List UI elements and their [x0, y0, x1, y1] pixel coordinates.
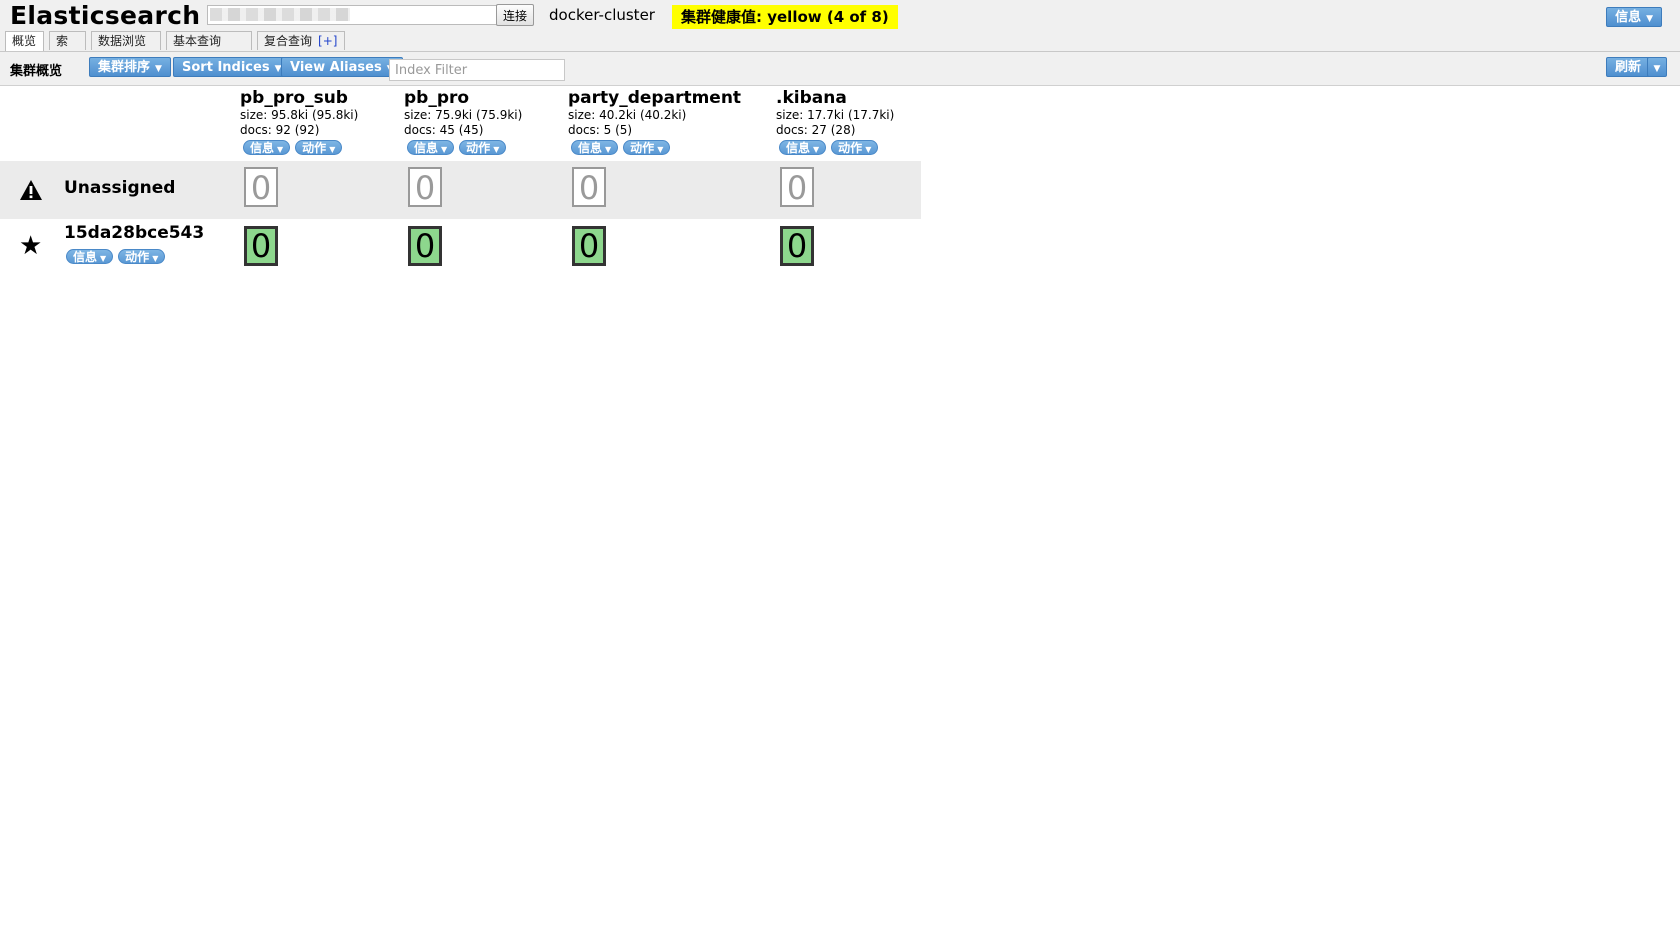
tab-overview[interactable]: 概览	[5, 31, 44, 51]
shard-unassigned[interactable]: 0	[244, 167, 278, 207]
refresh-button[interactable]: 刷新	[1606, 57, 1651, 77]
shard-unassigned[interactable]: 0	[408, 167, 442, 207]
node-action-label: 动作	[125, 250, 150, 264]
shard-started[interactable]: 0	[244, 226, 278, 266]
cluster-health-badge: 集群健康值: yellow (4 of 8)	[672, 5, 898, 29]
chevron-down-icon: ▼	[441, 145, 448, 154]
index-info-label: 信息	[578, 141, 603, 155]
node-row: ★ 15da28bce543 信息 ▼ 动作 ▼ 0 0 0 0	[0, 219, 921, 277]
connect-button[interactable]: 连接	[496, 4, 535, 26]
chevron-down-icon: ▼	[1646, 14, 1653, 24]
index-docs: docs: 5 (5)	[568, 123, 633, 137]
index-header: pb_pro_sub size: 95.8ki (95.8ki) docs: 9…	[240, 89, 410, 158]
tab-label: 复合查询	[264, 34, 313, 48]
node-info-label: 信息	[73, 250, 98, 264]
chevron-down-icon: ▼	[493, 145, 500, 154]
header-info-button[interactable]: 信息 ▼	[1606, 7, 1662, 27]
shard-unassigned[interactable]: 0	[780, 167, 814, 207]
index-header: .kibana size: 17.7ki (17.7ki) docs: 27 (…	[776, 89, 946, 158]
index-docs: docs: 92 (92)	[240, 123, 320, 137]
overview-toolbar: 集群概览 集群排序▼ Sort Indices▼ View Aliases▼ 刷…	[0, 52, 1680, 86]
tab-indices[interactable]: 索引	[49, 31, 86, 67]
index-action-label: 动作	[466, 141, 491, 155]
index-action-button[interactable]: 动作 ▼	[831, 140, 879, 155]
cluster-name: docker-cluster	[549, 6, 655, 24]
index-info-label: 信息	[250, 141, 275, 155]
connection-url-input[interactable]	[207, 5, 502, 25]
chevron-down-icon: ▼	[813, 145, 820, 154]
chevron-down-icon: ▼	[1653, 64, 1661, 74]
unassigned-row: Unassigned 0 0 0 0	[0, 161, 921, 219]
header-bar: Elasticsearch 连接 docker-cluster 集群健康值: y…	[0, 0, 1680, 67]
shard-started[interactable]: 0	[572, 226, 606, 266]
index-header: pb_pro size: 75.9ki (75.9ki) docs: 45 (4…	[404, 89, 574, 158]
index-size: size: 17.7ki (17.7ki)	[776, 108, 895, 122]
warning-icon	[20, 180, 42, 200]
index-name: pb_pro_sub	[240, 88, 348, 108]
star-icon: ★	[19, 231, 43, 261]
index-header: party_department size: 40.2ki (40.2ki) d…	[568, 89, 758, 158]
index-docs: docs: 45 (45)	[404, 123, 484, 137]
chevron-down-icon: ▼	[155, 64, 162, 74]
index-filter-input[interactable]	[389, 59, 565, 81]
node-name: 15da28bce543	[64, 223, 205, 243]
shard-started[interactable]: 0	[408, 226, 442, 266]
chevron-down-icon: ▼	[657, 145, 664, 154]
view-aliases-button[interactable]: View Aliases▼	[281, 57, 403, 77]
index-size: size: 95.8ki (95.8ki)	[240, 108, 359, 122]
index-action-label: 动作	[630, 141, 655, 155]
node-action-button[interactable]: 动作 ▼	[118, 249, 166, 264]
app-title: Elasticsearch	[10, 1, 201, 30]
index-info-label: 信息	[786, 141, 811, 155]
chevron-down-icon: ▼	[329, 145, 336, 154]
index-info-button[interactable]: 信息 ▼	[243, 140, 291, 155]
chevron-down-icon: ▼	[152, 254, 159, 263]
header-info-dropdown[interactable]: 信息 ▼	[1606, 6, 1662, 27]
sort-indices-button[interactable]: Sort Indices ▼	[173, 57, 291, 77]
index-name: party_department	[568, 88, 742, 108]
chevron-down-icon: ▼	[277, 145, 284, 154]
index-action-label: 动作	[838, 141, 863, 155]
index-docs: docs: 27 (28)	[776, 123, 856, 137]
tab-basic-query[interactable]: 基本查询[+]	[166, 31, 252, 67]
sort-cluster-label: 集群排序	[98, 60, 151, 75]
chevron-down-icon: ▼	[865, 145, 872, 154]
index-action-button[interactable]: 动作 ▼	[295, 140, 343, 155]
index-action-label: 动作	[302, 141, 327, 155]
index-name: pb_pro	[404, 88, 470, 108]
chevron-down-icon: ▼	[605, 145, 612, 154]
index-action-button[interactable]: 动作 ▼	[623, 140, 671, 155]
unassigned-label: Unassigned	[64, 178, 176, 198]
index-info-button[interactable]: 信息 ▼	[407, 140, 455, 155]
sort-indices-label: Sort Indices	[182, 60, 270, 75]
tab-label: 数据浏览	[98, 34, 147, 48]
index-name: .kibana	[776, 88, 847, 108]
index-info-button[interactable]: 信息 ▼	[779, 140, 827, 155]
tab-complex-query[interactable]: 复合查询 [+]	[257, 31, 345, 50]
shard-unassigned[interactable]: 0	[572, 167, 606, 207]
view-aliases-label: View Aliases	[290, 60, 382, 75]
index-info-button[interactable]: 信息 ▼	[571, 140, 619, 155]
tab-label: 基本查询	[173, 34, 222, 48]
index-action-button[interactable]: 动作 ▼	[459, 140, 507, 155]
header-info-label: 信息	[1615, 10, 1642, 25]
shard-started[interactable]: 0	[780, 226, 814, 266]
tab-label: 概览	[12, 34, 37, 48]
tab-browser[interactable]: 数据浏览	[91, 31, 161, 50]
sort-cluster-button[interactable]: 集群排序 ▼	[89, 57, 171, 77]
tab-add-icon[interactable]: [+]	[318, 34, 337, 48]
index-size: size: 40.2ki (40.2ki)	[568, 108, 687, 122]
refresh-options-button[interactable]: ▼	[1647, 57, 1667, 77]
index-info-label: 信息	[414, 141, 439, 155]
toolbar-title: 集群概览	[10, 64, 63, 79]
chevron-down-icon: ▼	[100, 254, 107, 263]
index-size: size: 75.9ki (75.9ki)	[404, 108, 523, 122]
node-info-button[interactable]: 信息 ▼	[66, 249, 114, 264]
